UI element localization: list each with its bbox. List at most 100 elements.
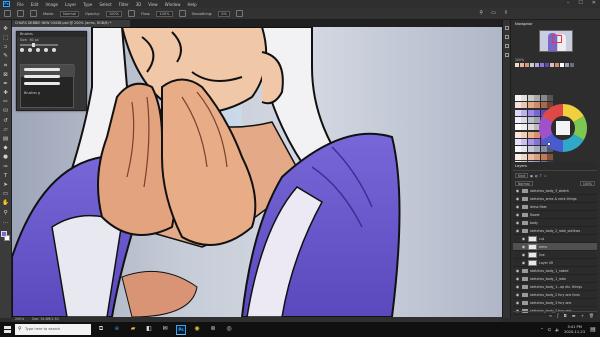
hand-tool-icon[interactable]: ✋ — [2, 201, 9, 208]
dodge-tool-icon[interactable]: ● — [2, 155, 9, 162]
swatch[interactable] — [521, 146, 528, 153]
navigator-view-frame[interactable] — [552, 35, 562, 43]
menu-help[interactable]: Help — [187, 2, 196, 7]
filter-shape-icon[interactable]: ▭ — [544, 174, 547, 178]
swatch[interactable] — [521, 153, 528, 160]
blur-tool-icon[interactable]: ◆ — [2, 145, 9, 152]
swatch[interactable] — [515, 138, 521, 145]
visibility-eye-icon[interactable]: ◉ — [515, 268, 520, 273]
visibility-eye-icon[interactable]: ◉ — [515, 196, 520, 201]
swatch[interactable] — [521, 102, 528, 109]
home-icon[interactable] — [4, 10, 11, 17]
layer-row[interactable]: ◉ flower — [513, 211, 597, 219]
visibility-eye-icon[interactable]: ◉ — [521, 244, 526, 249]
swatch[interactable] — [570, 63, 574, 67]
history-panel-icon[interactable] — [504, 26, 509, 30]
brush-tool-preset-icon[interactable] — [17, 10, 24, 17]
layer-row[interactable]: ◉ sketches_body_2 fury one lines — [513, 291, 597, 299]
swatch[interactable] — [550, 63, 554, 67]
swatch[interactable] — [525, 63, 529, 67]
link-layers-icon[interactable]: ∞ — [549, 313, 552, 318]
filter-type-icon[interactable]: T — [540, 174, 542, 178]
obs-icon[interactable]: ⊚ — [208, 325, 218, 335]
color-swatches[interactable] — [0, 231, 11, 242]
trash-icon[interactable]: 🗑 — [589, 313, 594, 318]
visibility-eye-icon[interactable]: ◉ — [515, 220, 520, 225]
menu-view[interactable]: View — [148, 2, 158, 7]
crop-tool-icon[interactable]: ⌗ — [2, 63, 9, 70]
menu-edit[interactable]: Edit — [31, 2, 39, 7]
swatch[interactable] — [521, 109, 528, 116]
close-icon[interactable]: ✕ — [592, 0, 596, 6]
shape-tool-icon[interactable]: ▭ — [2, 191, 9, 198]
brush-size-slider[interactable] — [20, 43, 58, 47]
swatch[interactable] — [534, 95, 541, 101]
edge-browser-icon[interactable]: e — [112, 325, 122, 335]
swatch[interactable] — [515, 116, 521, 123]
more-tools-icon[interactable]: … — [2, 219, 9, 226]
windows-start-button[interactable] — [0, 322, 14, 337]
brush-stroke-preview-1[interactable] — [24, 68, 60, 71]
marquee-tool-icon[interactable]: ⬚ — [2, 35, 9, 42]
healing-tool-icon[interactable]: ✚ — [2, 90, 9, 97]
store-icon[interactable]: ◧ — [144, 325, 154, 335]
swatch[interactable] — [547, 153, 553, 160]
layer-opacity-field[interactable]: 100% — [579, 181, 595, 186]
network-icon[interactable]: ⌬ — [548, 327, 552, 332]
taskbar-clock[interactable]: 3:41 PM 2020-11-23 — [564, 325, 585, 334]
filter-pixel-icon[interactable]: ▣ — [530, 174, 533, 178]
visibility-eye-icon[interactable]: ◉ — [515, 204, 520, 209]
navigator-zoom[interactable]: 200% — [515, 58, 524, 62]
layer-row[interactable]: ◉ line — [513, 251, 597, 259]
swatch[interactable] — [521, 131, 528, 138]
frame-tool-icon[interactable]: ⊠ — [2, 72, 9, 79]
steam-icon[interactable]: ◎ — [224, 325, 234, 335]
swatch[interactable] — [521, 124, 528, 131]
properties-panel-icon[interactable] — [504, 35, 509, 39]
flow-field[interactable]: 100% — [156, 10, 173, 17]
brush-settings-icon[interactable] — [30, 10, 37, 17]
brush-tip-4[interactable] — [44, 47, 48, 52]
swatch[interactable] — [547, 95, 553, 101]
menu-image[interactable]: Image — [45, 2, 58, 7]
airbrush-icon[interactable] — [178, 10, 186, 17]
share-icon[interactable]: ⇪ — [504, 10, 508, 16]
pen-tool-icon[interactable]: ✑ — [2, 164, 9, 171]
file-explorer-icon[interactable]: ▰ — [128, 325, 138, 335]
quick-select-tool-icon[interactable]: ✎ — [2, 54, 9, 61]
layer-row[interactable]: ◉ sketches_body_1_naked — [513, 267, 597, 275]
swatch[interactable] — [515, 95, 521, 101]
brush-size-value[interactable]: 60 px — [30, 38, 39, 42]
taskbar-search-box[interactable]: Type here to search — [15, 324, 91, 335]
swatch[interactable] — [515, 109, 521, 116]
visibility-eye-icon[interactable]: ◉ — [521, 252, 526, 257]
brush-tool-icon[interactable]: ✏ — [2, 100, 9, 107]
document-tab[interactable]: CHARS DEBBIE NEW 00438.psd @ 200% (arms,… — [12, 20, 130, 27]
history-brush-tool-icon[interactable]: ↺ — [2, 118, 9, 125]
volume-icon[interactable]: 🔈 — [555, 327, 560, 332]
task-view-icon[interactable]: ⧉ — [96, 325, 106, 335]
swatch[interactable] — [535, 63, 539, 67]
swatch[interactable] — [560, 63, 564, 67]
swatch[interactable] — [534, 153, 541, 160]
search-icon[interactable]: ⚲ — [479, 10, 483, 16]
swatch[interactable] — [521, 138, 528, 145]
menu-layer[interactable]: Layer — [65, 2, 76, 7]
color-wheel[interactable] — [532, 102, 594, 154]
brush-stroke-preview-2[interactable] — [24, 75, 60, 78]
zoom-tool-icon[interactable]: ⚲ — [2, 210, 9, 217]
swatch[interactable] — [515, 153, 521, 160]
foreground-color-swatch[interactable] — [0, 231, 7, 238]
adjustments-panel-icon[interactable] — [504, 44, 509, 48]
swatch[interactable] — [540, 63, 544, 67]
swatch[interactable] — [515, 146, 521, 153]
filter-adjust-icon[interactable]: ◐ — [535, 174, 538, 178]
swatch[interactable] — [521, 116, 528, 123]
swatch[interactable] — [545, 63, 549, 67]
new-group-icon[interactable]: ▬ — [572, 313, 576, 318]
menu-type[interactable]: Type — [83, 2, 92, 7]
layer-row[interactable]: ◉ cut — [513, 235, 597, 243]
eyedropper-tool-icon[interactable]: ✒ — [2, 81, 9, 88]
eraser-tool-icon[interactable]: ▱ — [2, 127, 9, 134]
notifications-icon[interactable]: ▤ — [589, 326, 597, 334]
